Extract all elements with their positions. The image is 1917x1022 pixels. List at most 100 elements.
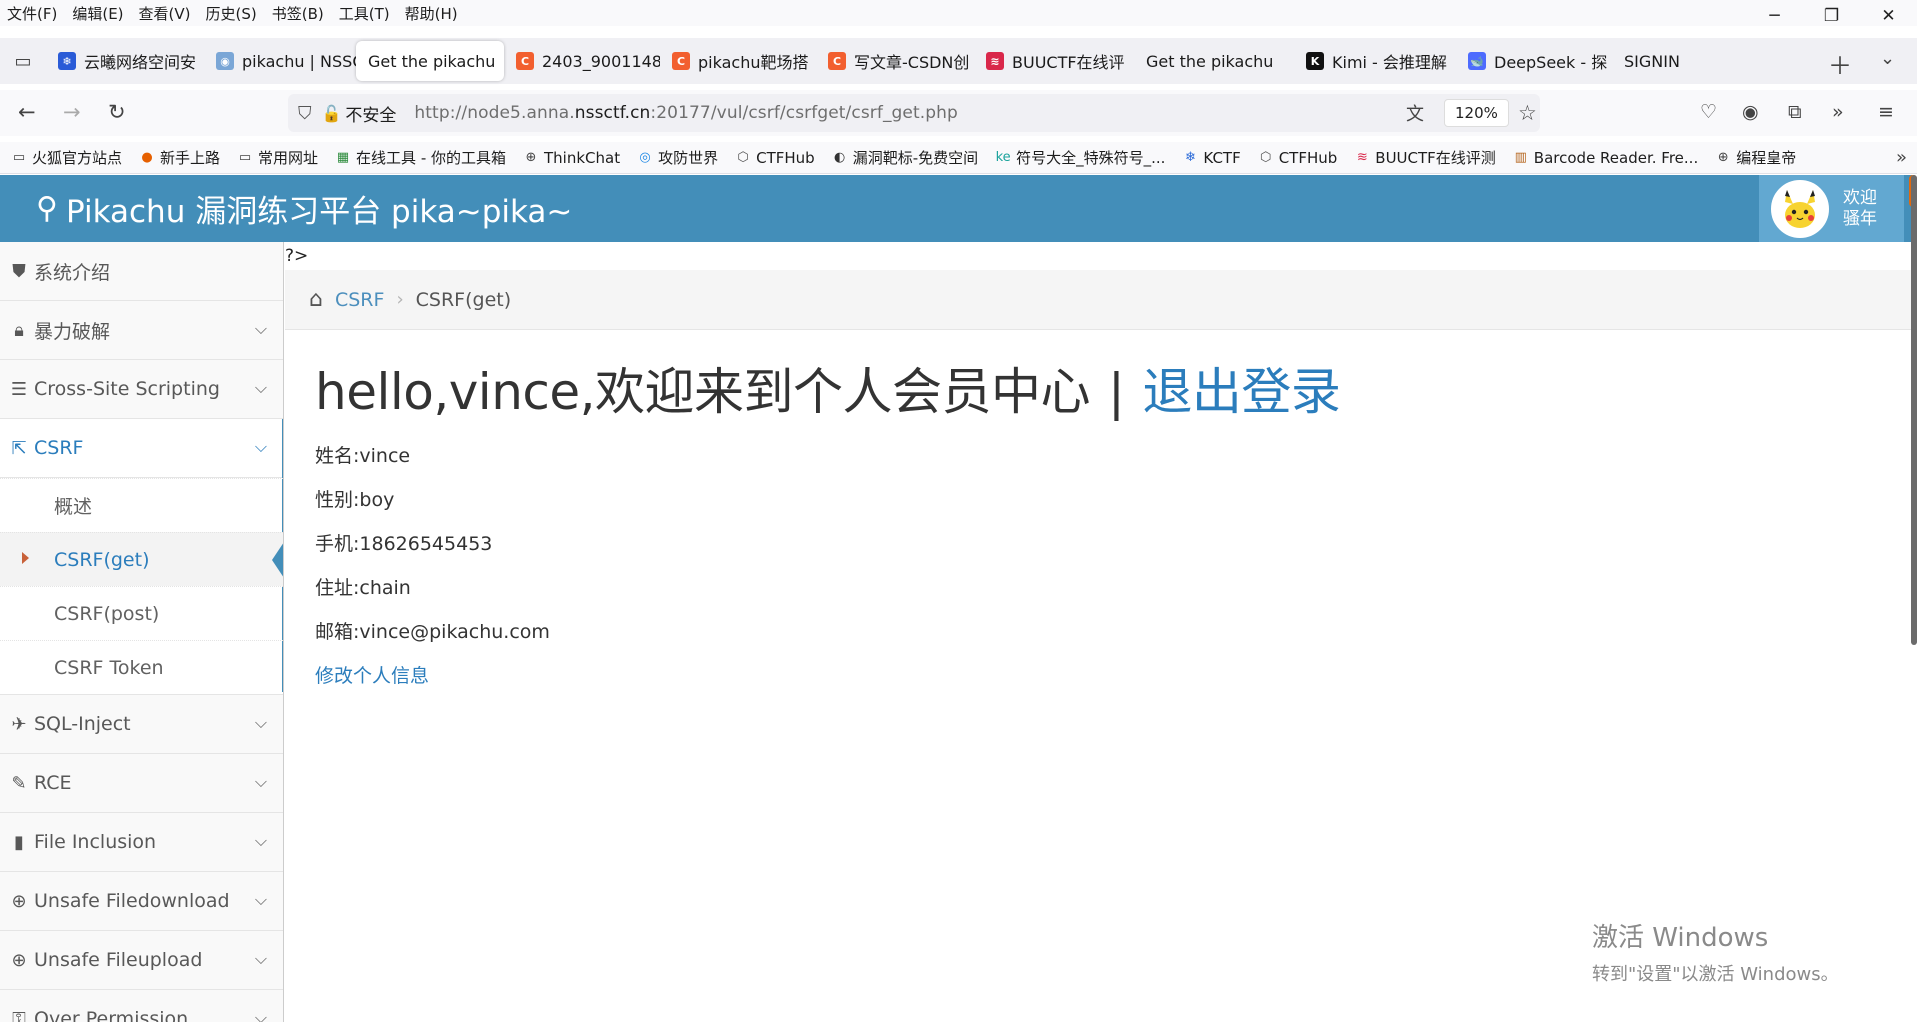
tab-label: BUUCTF在线评 [1012,53,1125,72]
bookmark-item[interactable]: ▥ Barcode Reader. Fre... [1502,149,1704,167]
restore-icon[interactable]: ❐ [1803,0,1860,32]
bookmark-item[interactable]: ❄ KCTF [1171,149,1246,167]
breadcrumb-parent[interactable]: CSRF [335,289,384,311]
bookmarks-overflow-icon[interactable]: » [1896,147,1907,168]
csrf-submenu: 概述 CSRF(get) CSRF(post) CSRF Token [0,419,283,695]
user-box[interactable]: 欢迎 骚年 [1759,175,1904,242]
sidebar-item-csrf[interactable]: ⇱ CSRF ⌵ [0,419,283,478]
chevron-down-icon: ⌵ [254,378,267,397]
pocket-icon[interactable]: ♡ [1700,101,1717,123]
extensions-icon[interactable]: ⧉ [1788,101,1802,123]
bookmark-item[interactable]: ◐ 漏洞靶标-免费空间 [821,147,984,168]
caret-right-icon [22,552,29,564]
browser-tab[interactable]: 🐋 DeepSeek - 探 [1456,41,1612,81]
browser-tab[interactable]: Get the pikachu [1134,41,1294,81]
back-arrow-icon[interactable]: ← [18,100,36,124]
tracking-shield-icon[interactable]: ⛉ [298,103,312,124]
bookmark-item[interactable]: ▭ 常用网址 [226,147,324,168]
nav-bar: ← → ↻ ⛉ 🔓 不安全 http://node5.anna.nssctf.c… [0,90,1917,136]
ctfhub-icon: ⬡ [1260,150,1272,165]
sidebar-item-xss[interactable]: ☰ Cross-Site Scripting ⌵ [0,360,283,419]
breadcrumb-current: CSRF(get) [415,288,512,311]
sidebar-subitem-csrf-token[interactable]: CSRF Token [0,640,283,694]
breadcrumb-separator-icon: › [396,289,404,310]
menu-history[interactable]: 历史(S) [199,3,265,24]
more-tools-icon[interactable]: » [1832,101,1844,123]
browser-tab[interactable]: C 写文章-CSDN创 [816,41,974,81]
share-icon: ⇱ [11,437,27,459]
bookmark-item[interactable]: ⊕ ThinkChat [512,149,626,167]
sidebar-item-file-inclusion[interactable]: ▮ File Inclusion ⌵ [0,813,283,872]
site-brand[interactable]: Pikachu 漏洞练习平台 pika~pika~ [66,186,572,231]
address-bar[interactable]: ⛉ 🔓 不安全 http://node5.anna.nssctf.cn:2017… [288,94,1540,132]
bookmark-item[interactable]: ▭ 火狐官方站点 [0,147,128,168]
insecure-lock-icon[interactable]: 🔓 [322,104,342,123]
barcode-icon: ▥ [1514,150,1527,165]
app-menu-icon[interactable]: ≡ [1878,101,1894,123]
sidebar-item-filedownload[interactable]: ⊕ Unsafe Filedownload ⌵ [0,872,283,931]
tab-favicon-icon: ❄ [58,52,76,70]
insecure-label[interactable]: 不安全 [345,101,396,126]
bookmark-label: CTFHub [1278,148,1338,167]
browser-tab[interactable]: C 2403_9001148 [504,41,660,81]
menu-help[interactable]: 帮助(H) [398,3,466,24]
browser-tab[interactable]: ◉ pikachu | NSSC [204,41,356,81]
menu-file[interactable]: 文件(F) [0,3,65,24]
forward-arrow-icon[interactable]: → [63,100,81,124]
home-icon[interactable]: ⌂ [309,287,323,312]
sidebar-subitem-csrf-get[interactable]: CSRF(get) [0,532,283,586]
scrollbar-thumb[interactable] [1911,175,1917,645]
browser-tab[interactable]: SIGNIN [1612,41,1702,81]
tab-favicon-icon: C [516,52,534,70]
breadcrumb: ⌂ CSRF › CSRF(get) [285,270,1912,330]
sidebar-subitem-overview[interactable]: 概述 [0,478,283,532]
sidebar-item-label: CSRF [34,437,84,459]
reload-icon[interactable]: ↻ [108,100,126,124]
tab-favicon-icon: K [1306,52,1324,70]
bookmark-star-icon[interactable]: ☆ [1518,101,1537,125]
sidebar-item-rce[interactable]: ✎ RCE ⌵ [0,754,283,813]
menu-bookmarks[interactable]: 书签(B) [265,3,332,24]
translate-icon[interactable]: 文 [1406,100,1424,126]
browser-tab[interactable]: Cpikachu靶场搭 [660,41,816,81]
zoom-level[interactable]: 120% [1444,99,1509,127]
url-text[interactable]: http://node5.anna.nssctf.cn:20177/vul/cs… [414,103,958,123]
sidebar-item-over-permission[interactable]: ⚿ Over Permission ⌵ [0,990,283,1022]
menu-edit[interactable]: 编辑(E) [65,3,131,24]
menu-tools[interactable]: 工具(T) [332,3,398,24]
minimize-icon[interactable]: ─ [1746,0,1803,32]
chevron-down-icon: ⌵ [254,437,267,456]
lock-icon: 🔒︎ [14,319,24,341]
sidebar-item-bruteforce[interactable]: 🔒︎ 暴力破解 ⌵ [0,301,283,360]
sidebar-item-sqli[interactable]: ✈ SQL-Inject ⌵ [0,695,283,754]
title-separator: | [1108,363,1125,421]
bookmark-item[interactable]: ● 新手上路 [128,147,226,168]
browser-tab[interactable]: ≋ BUUCTF在线评 [974,41,1134,81]
sidebar-subitem-csrf-post[interactable]: CSRF(post) [0,586,283,640]
sidebar-item-intro[interactable]: ⛊ 系统介绍 [0,242,283,301]
windows-activation-watermark: 激活 Windows 转到"设置"以激活 Windows。 [1592,917,1839,986]
tab-favicon-icon: ◉ [216,52,234,70]
list-all-tabs-icon[interactable]: ▭ [0,51,46,72]
browser-tab[interactable]: ❄ 云曦网络空间安 [46,41,204,81]
account-icon[interactable]: ◉ [1742,101,1759,123]
bookmark-item[interactable]: ◎ 攻防世界 [626,147,724,168]
bookmark-item[interactable]: ⊕ 编程皇帝 [1704,147,1802,168]
close-window-icon[interactable]: ✕ [1860,0,1917,32]
bookmark-item[interactable]: ▦ 在线工具 - 你的工具箱 [324,147,512,168]
menu-bar: 文件(F) 编辑(E) 查看(V) 历史(S) 书签(B) 工具(T) 帮助(H… [0,0,1917,26]
edit-profile-link[interactable]: 修改个人信息 [315,665,429,687]
menu-view[interactable]: 查看(V) [132,3,199,24]
sidebar-item-fileupload[interactable]: ⊕ Unsafe Fileupload ⌵ [0,931,283,990]
bookmark-item[interactable]: ke 符号大全_特殊符号_... [984,147,1171,168]
tab-label: pikachu靶场搭 [698,53,809,72]
bookmark-item[interactable]: ≋ BUUCTF在线评测 [1343,147,1502,168]
new-tab-icon[interactable]: ＋ [1828,46,1852,81]
web-page: ⚲ Pikachu 漏洞练习平台 pika~pika~ 欢迎 骚年 ⛊ 系统介绍… [0,175,1917,1022]
browser-tab[interactable]: K Kimi - 会推理解 [1294,41,1456,81]
bookmark-item[interactable]: ⬡ CTFHub [1247,149,1344,167]
logout-link[interactable]: 退出登录 [1142,363,1341,421]
browser-tab[interactable]: Get the pikachu✕ [356,41,504,81]
bookmark-item[interactable]: ⬡ CTFHub [724,149,821,167]
tab-overflow-chevron-icon[interactable]: ⌄ [1880,48,1895,69]
